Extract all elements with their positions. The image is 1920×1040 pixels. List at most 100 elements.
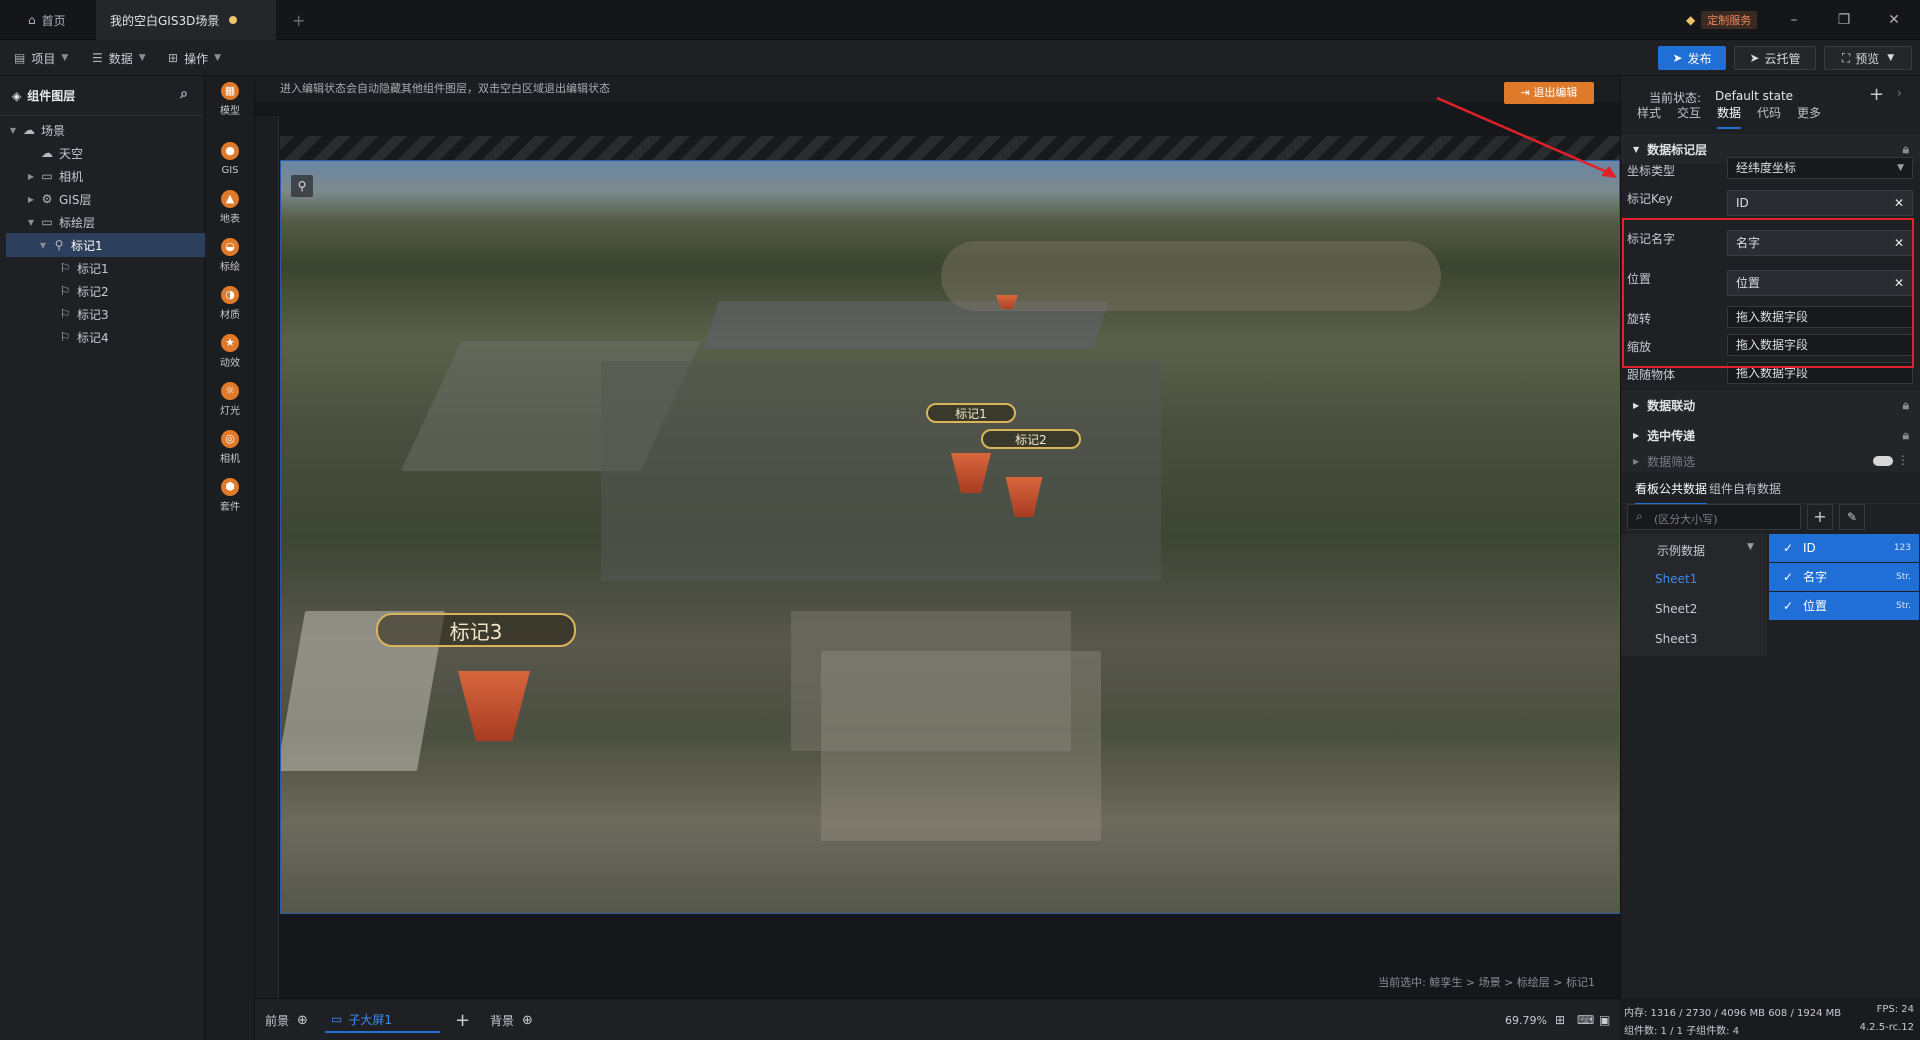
add-circle-icon[interactable]: ⊕ (522, 1013, 533, 1028)
add-data-button[interactable]: + (1807, 504, 1833, 530)
marker-label-1[interactable]: 标记1 (926, 403, 1016, 423)
tab-home-label: 首页 (41, 13, 66, 28)
section-title: 数据筛选 (1647, 454, 1696, 469)
caret-right-icon[interactable]: ▶ (24, 172, 38, 181)
menu-project[interactable]: ▤ 项目 ▼ (14, 48, 68, 68)
tab-interaction[interactable]: 交互 (1677, 104, 1701, 121)
screen-tab-1[interactable]: ▭ 子大屏1 (325, 1007, 440, 1033)
grid-icon: ⊞ (168, 51, 179, 65)
check-icon: ✓ (1783, 599, 1794, 613)
custom-service-button[interactable]: ◆ 定制服务 (1686, 11, 1758, 29)
back-layer-tab[interactable]: 背景 ⊕ (490, 1007, 533, 1033)
state-value[interactable]: Default state (1715, 89, 1793, 103)
restore-button[interactable]: ❐ (1834, 10, 1854, 30)
tab-home[interactable]: ⌂ 首页 (14, 0, 94, 40)
data-field-name[interactable]: ✓ 名字 Str. (1769, 563, 1919, 591)
sheet-item-1[interactable]: Sheet1 (1621, 564, 1767, 594)
new-tab-button[interactable]: + (278, 0, 312, 40)
tree-item-sky[interactable]: ☁ 天空 (6, 141, 204, 165)
tree-item-label: 标记4 (77, 330, 109, 345)
tab-own-data[interactable]: 组件自有数据 (1709, 480, 1781, 497)
tab-style[interactable]: 样式 (1637, 104, 1661, 121)
monitor-icon: ▭ (331, 1012, 343, 1026)
send-icon: ➤ (1749, 51, 1760, 65)
section-title: 数据联动 (1647, 398, 1696, 413)
preview-button[interactable]: ⛶ 预览 ▼ (1824, 46, 1912, 70)
caret-right-icon[interactable]: ▶ (24, 195, 38, 204)
tab-scene[interactable]: 我的空白GIS3D场景 (96, 0, 276, 40)
menu-project-label: 项目 (31, 51, 56, 66)
marker-key-field[interactable]: ID ✕ (1727, 190, 1913, 216)
location-pin-icon[interactable]: ⚲ (291, 175, 313, 197)
marker-label-2[interactable]: 标记2 (981, 429, 1081, 449)
tab-code[interactable]: 代码 (1757, 104, 1781, 121)
gis-scene-viewport[interactable]: 标记1 标记2 标记3 ⚲ (280, 160, 1620, 914)
front-layer-tab[interactable]: 前景 ⊕ (265, 1007, 308, 1033)
add-state-icon[interactable]: + (1869, 84, 1884, 105)
tree-item-plot-layer[interactable]: ▼ ▭ 标绘层 (6, 210, 204, 234)
fit-screen-icon[interactable]: ⊞ (1555, 1007, 1565, 1033)
publish-button[interactable]: ➤ 发布 (1658, 46, 1726, 70)
caret-down-icon[interactable]: ▼ (24, 218, 38, 227)
tab-scene-label: 我的空白GIS3D场景 (110, 13, 220, 28)
minimize-button[interactable]: – (1784, 10, 1804, 30)
tab-more[interactable]: 更多 (1797, 104, 1821, 121)
database-icon: ☰ (92, 51, 103, 65)
tab-data[interactable]: 数据 (1717, 104, 1742, 129)
data-search-input[interactable]: ⌕ (区分大小写) (1627, 504, 1801, 530)
tree-item-marker-4[interactable]: ⚐ 标记4 (6, 325, 204, 349)
layer-panel: ◈ 组件图层 ⌕ ▼ ☁ 场景 ☁ 天空 ▶ ▭ 相机 ▶ ⚙ GIS层 ▼ ▭… (0, 76, 206, 1040)
lock-icon[interactable]: 🔒︎ (1903, 398, 1909, 413)
tree-item-camera[interactable]: ▶ ▭ 相机 (6, 164, 204, 188)
tree-item-marker-group[interactable]: ▼ ⚲ 标记1 (6, 233, 206, 257)
gis-icon: ⚙ (41, 192, 53, 206)
sheet-item-3[interactable]: Sheet3 (1621, 624, 1767, 654)
tree-item-marker-2[interactable]: ⚐ 标记2 (6, 279, 204, 303)
add-circle-icon[interactable]: ⊕ (297, 1013, 308, 1028)
close-window-button[interactable]: ✕ (1884, 10, 1904, 30)
check-icon: ✓ (1783, 570, 1794, 584)
layers-icon: ◈ (12, 88, 22, 103)
chevron-down-icon: ▼ (1887, 53, 1895, 63)
follow-object-label: 跟随物体 (1627, 368, 1676, 382)
caret-down-icon[interactable]: ▼ (36, 241, 50, 250)
add-screen-button[interactable]: + (455, 1007, 470, 1033)
coord-type-select[interactable]: 经纬度坐标 ▼ (1727, 157, 1913, 179)
data-field-id[interactable]: ✓ ID 123 (1769, 534, 1919, 562)
filter-toggle[interactable] (1873, 456, 1893, 466)
caret-down-icon[interactable]: ▼ (6, 126, 20, 135)
marker-icon: ⚐ (59, 284, 71, 298)
menu-operation[interactable]: ⊞ 操作 ▼ (168, 48, 221, 68)
marker-label-3[interactable]: 标记3 (376, 613, 576, 647)
tree-item-gis[interactable]: ▶ ⚙ GIS层 (6, 187, 204, 211)
close-icon[interactable]: ✕ (1894, 191, 1904, 215)
tree-item-label: 标记2 (77, 284, 109, 299)
tree-item-marker-1[interactable]: ⚐ 标记1 (6, 256, 204, 280)
tool-kit[interactable]: ⬢ 套件 (205, 472, 255, 528)
terminal-icon[interactable]: ▣ (1599, 1007, 1610, 1033)
tool-label: 模型 (220, 106, 240, 117)
menu-data[interactable]: ☰ 数据 ▼ (92, 48, 146, 68)
dataset-select[interactable]: 示例数据 ▼ (1621, 534, 1767, 564)
search-icon[interactable]: ⌕ (180, 86, 188, 102)
keyboard-icon[interactable]: ⌨ (1577, 1007, 1594, 1033)
lock-icon[interactable]: 🔒︎ (1903, 142, 1909, 157)
section-data-link[interactable]: ▶ 数据联动 🔒︎ (1621, 390, 1920, 420)
vertical-ruler (255, 116, 279, 998)
data-field-position[interactable]: ✓ 位置 Str. (1769, 592, 1919, 620)
field-type: Str. (1896, 601, 1911, 611)
menu-data-label: 数据 (108, 51, 133, 66)
tab-public-data[interactable]: 看板公共数据 (1635, 480, 1708, 505)
tool-model[interactable]: ▦ 模型 (205, 76, 255, 132)
edit-data-button[interactable]: ✎ (1839, 504, 1865, 530)
lock-icon[interactable]: 🔒︎ (1903, 428, 1909, 443)
section-select-pass[interactable]: ▶ 选中传递 🔒︎ (1621, 420, 1920, 450)
section-data-filter[interactable]: ▶ 数据筛选 ⋮ (1621, 450, 1920, 472)
chevron-right-icon[interactable]: › (1897, 86, 1902, 100)
zoom-level[interactable]: 69.79% (1505, 1007, 1547, 1033)
tree-item-marker-3[interactable]: ⚐ 标记3 (6, 302, 204, 326)
more-vertical-icon[interactable]: ⋮ (1897, 453, 1909, 467)
cloud-host-button[interactable]: ➤ 云托管 (1734, 46, 1816, 70)
sheet-item-2[interactable]: Sheet2 (1621, 594, 1767, 624)
tree-item-scene[interactable]: ▼ ☁ 场景 (6, 118, 204, 142)
